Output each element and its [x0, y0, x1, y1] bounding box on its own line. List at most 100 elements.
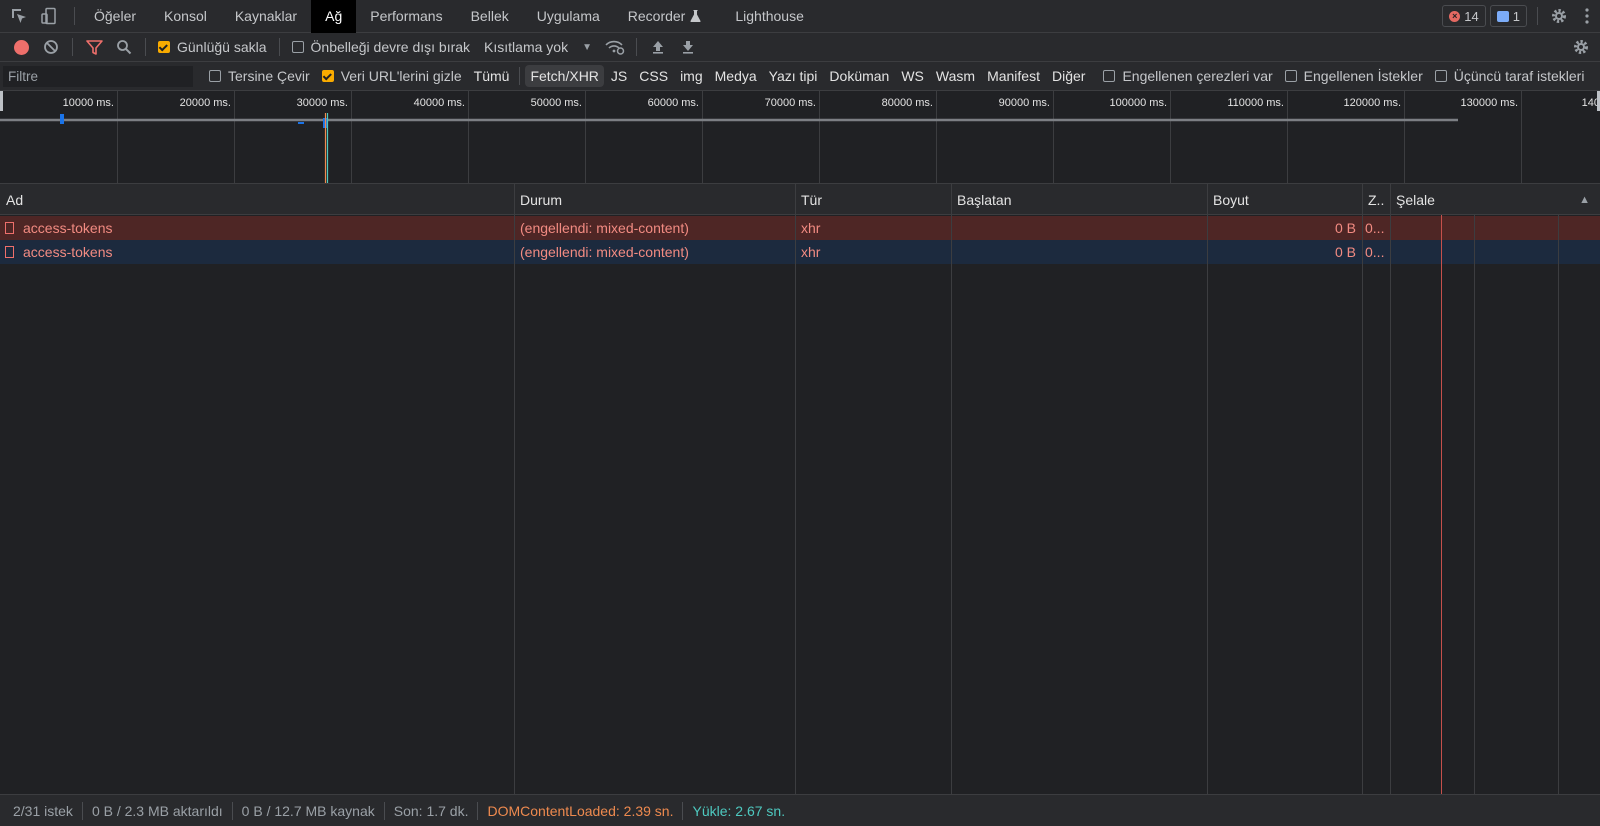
- column-header-initiator[interactable]: Başlatan: [951, 184, 1207, 215]
- table-header: Ad Durum Tür Başlatan Boyut Z.. Şelale ▲: [0, 184, 1600, 215]
- type-filter-img[interactable]: img: [675, 65, 708, 87]
- transferred-size: 0 B / 2.3 MB aktarıldı: [91, 802, 223, 819]
- overview-tick: 10000 ms.: [63, 97, 114, 109]
- blocked-requests-check-icon: [1284, 70, 1297, 82]
- type-filter-font[interactable]: Yazı tipi: [764, 65, 823, 87]
- separator: [231, 801, 233, 820]
- search-button[interactable]: [109, 33, 139, 62]
- waterfall-gridline: [1474, 215, 1475, 794]
- requests-table: Ad Durum Tür Başlatan Boyut Z.. Şelale ▲…: [0, 184, 1600, 794]
- column-divider[interactable]: [1362, 184, 1363, 794]
- invert-label: Tersine Çevir: [228, 68, 310, 84]
- import-har-button[interactable]: [643, 33, 673, 62]
- overview-tick: 40000 ms.: [414, 97, 465, 109]
- column-header-type[interactable]: Tür: [795, 184, 951, 215]
- export-har-icon: [683, 41, 694, 54]
- type-filter-all[interactable]: Tümü: [469, 65, 515, 87]
- cell-status: (engellendi: mixed-content): [520, 244, 689, 260]
- tab-memory[interactable]: Bellek: [457, 0, 523, 33]
- filter-button[interactable]: [79, 33, 109, 62]
- record-button[interactable]: [6, 33, 36, 62]
- message-icon: [1496, 10, 1509, 22]
- type-filter-wasm[interactable]: Wasm: [931, 65, 980, 87]
- separator: [477, 801, 479, 820]
- tab-network[interactable]: Ağ: [311, 0, 357, 33]
- invert-check-icon: [209, 70, 221, 82]
- finish-time: Son: 1.7 dk.: [393, 802, 469, 819]
- throttling-select[interactable]: Kısıtlama yok ▼: [484, 39, 592, 55]
- dom-content-loaded-time: DOMContentLoaded: 2.39 sn.: [487, 802, 674, 819]
- tab-recorder[interactable]: Recorder: [614, 0, 716, 33]
- tab-performance[interactable]: Performans: [356, 0, 456, 33]
- error-count-badge[interactable]: × 14: [1442, 5, 1486, 27]
- inspect-element-icon[interactable]: [4, 0, 34, 33]
- overview-request-bar: [298, 122, 304, 124]
- separator: [145, 38, 146, 56]
- cell-name: access-tokens: [0, 216, 514, 240]
- column-header-name[interactable]: Ad: [0, 184, 514, 215]
- network-overview[interactable]: 10000 ms. 20000 ms. 30000 ms. 40000 ms. …: [0, 91, 1600, 184]
- blocked-cookies-check-icon: [1103, 70, 1116, 82]
- waterfall-label: Şelale: [1396, 191, 1435, 208]
- tab-application[interactable]: Uygulama: [523, 0, 614, 33]
- separator: [383, 801, 385, 820]
- separator: [278, 38, 280, 56]
- resources-size: 0 B / 12.7 MB kaynak: [241, 802, 375, 819]
- type-filter-media[interactable]: Medya: [710, 65, 762, 87]
- column-divider[interactable]: [951, 184, 952, 794]
- settings-gear-icon: [1574, 40, 1588, 54]
- export-har-button[interactable]: [673, 33, 703, 62]
- overview-left-handle[interactable]: [0, 91, 3, 111]
- column-divider[interactable]: [795, 184, 796, 794]
- column-divider[interactable]: [514, 184, 515, 794]
- overview-tick: 100000 ms.: [1110, 97, 1167, 109]
- separator: [682, 801, 684, 820]
- table-row[interactable]: access-tokens (engellendi: mixed-content…: [0, 240, 1600, 264]
- type-filter-js[interactable]: JS: [606, 65, 632, 87]
- settings-gear-icon[interactable]: [1544, 0, 1574, 33]
- recorder-flask-icon: [690, 10, 701, 22]
- invert-checkbox[interactable]: Tersine Çevir: [209, 68, 310, 84]
- type-filter-manifest[interactable]: Manifest: [982, 65, 1045, 87]
- network-settings-button[interactable]: [1566, 33, 1596, 62]
- tab-console[interactable]: Konsol: [150, 0, 221, 33]
- preserve-log-checkbox[interactable]: Günlüğü sakla: [158, 39, 267, 55]
- preserve-log-label: Günlüğü sakla: [177, 39, 267, 55]
- clear-button[interactable]: [36, 33, 66, 62]
- preserve-log-check-icon: [158, 41, 170, 53]
- request-name: access-tokens: [23, 220, 113, 236]
- overview-tick: 110000 ms.: [1227, 97, 1284, 109]
- column-header-status[interactable]: Durum: [514, 184, 795, 215]
- more-menu-icon[interactable]: [1574, 0, 1600, 33]
- column-header-size[interactable]: Boyut: [1207, 184, 1362, 215]
- disable-cache-checkbox[interactable]: Önbelleği devre dışı bırak: [291, 39, 470, 55]
- type-filter-fetch-xhr[interactable]: Fetch/XHR: [525, 65, 604, 87]
- tab-elements[interactable]: Öğeler: [80, 0, 150, 33]
- tab-lighthouse[interactable]: Lighthouse: [721, 0, 818, 33]
- overview-tick: 130000 ms.: [1461, 97, 1518, 109]
- blocked-cookies-label: Engellenen çerezleri var: [1122, 68, 1273, 84]
- network-conditions-button[interactable]: [600, 33, 630, 62]
- hide-data-urls-checkbox[interactable]: Veri URL'lerini gizle: [321, 68, 462, 84]
- type-filter-other[interactable]: Diğer: [1047, 65, 1090, 87]
- column-divider[interactable]: [1390, 184, 1391, 794]
- column-header-waterfall[interactable]: Şelale ▲: [1390, 184, 1600, 215]
- type-filter-ws[interactable]: WS: [896, 65, 929, 87]
- third-party-checkbox[interactable]: Üçüncü taraf istekleri: [1434, 68, 1584, 84]
- overview-tick: 20000 ms.: [180, 97, 231, 109]
- separator: [1537, 7, 1538, 25]
- overview-tick: 50000 ms.: [531, 97, 582, 109]
- table-row[interactable]: access-tokens (engellendi: mixed-content…: [0, 216, 1600, 240]
- type-filter-css[interactable]: CSS: [634, 65, 673, 87]
- filter-icon: [85, 39, 103, 55]
- type-filter-doc[interactable]: Doküman: [824, 65, 894, 87]
- device-toolbar-icon[interactable]: [34, 0, 64, 33]
- column-divider[interactable]: [1207, 184, 1208, 794]
- blocked-requests-checkbox[interactable]: Engellenen İstekler: [1284, 68, 1423, 84]
- blocked-cookies-checkbox[interactable]: Engellenen çerezleri var: [1103, 68, 1273, 84]
- message-count-badge[interactable]: 1: [1489, 5, 1527, 27]
- filter-input[interactable]: [3, 65, 193, 87]
- column-header-time[interactable]: Z..: [1362, 184, 1390, 215]
- hide-data-urls-check-icon: [321, 70, 334, 82]
- tab-sources[interactable]: Kaynaklar: [221, 0, 311, 33]
